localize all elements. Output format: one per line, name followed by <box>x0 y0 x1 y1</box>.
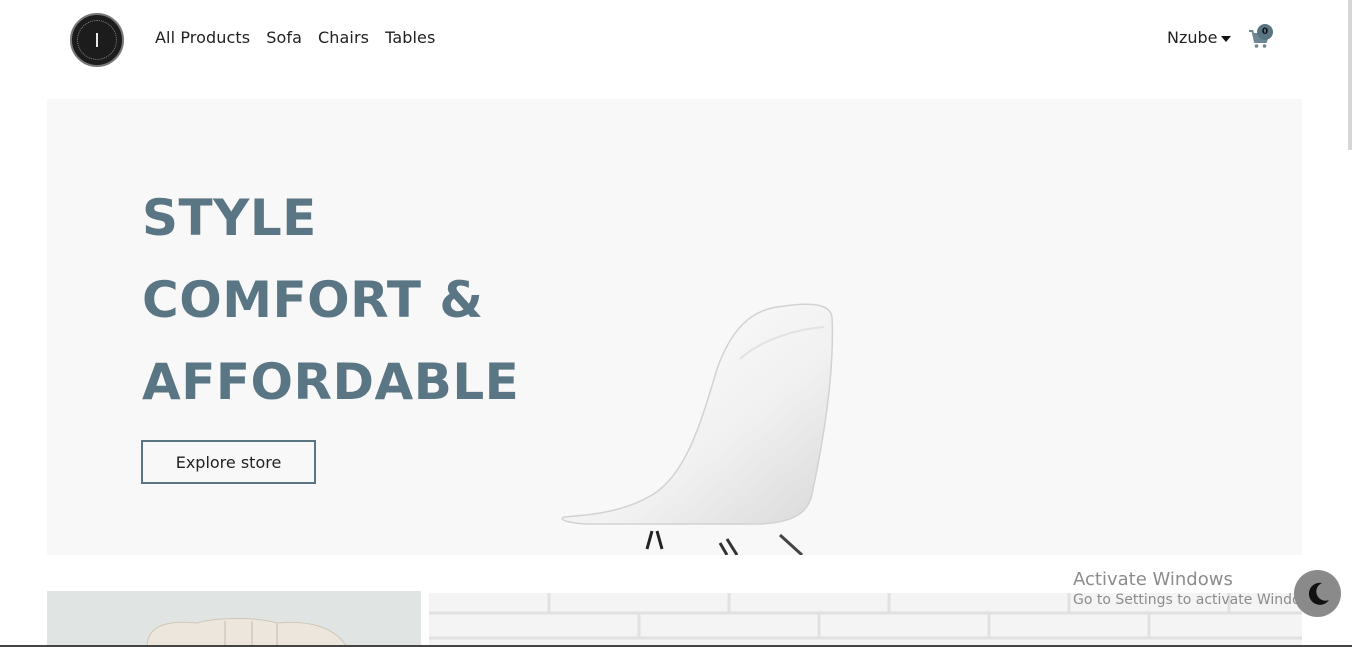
theme-toggle-button[interactable] <box>1294 570 1341 617</box>
brand-logo-icon[interactable] <box>70 13 124 67</box>
hero-heading: STYLE COMFORT & AFFORDABLE <box>142 177 519 423</box>
armchair-image[interactable] <box>47 591 421 647</box>
nav-link-chairs[interactable]: Chairs <box>318 28 369 47</box>
activate-windows-title: Activate Windows <box>1073 569 1233 590</box>
page-scrollbar[interactable] <box>1348 0 1352 150</box>
white-chair-image <box>561 303 834 555</box>
caret-down-icon <box>1220 35 1231 42</box>
hero-heading-line: COMFORT & <box>142 271 484 329</box>
nav-link-all-products[interactable]: All Products <box>155 28 250 47</box>
cart-count-badge: 0 <box>1257 24 1273 40</box>
activate-windows-subtitle: Go to Settings to activate Windows. <box>1073 592 1324 608</box>
main-nav: All Products Sofa Chairs Tables <box>155 28 435 47</box>
activate-windows-watermark: Activate Windows Go to Settings to activ… <box>1073 569 1324 608</box>
logo-ring <box>77 20 117 60</box>
moon-icon <box>1308 582 1329 605</box>
hero-banner: STYLE COMFORT & AFFORDABLE Explore store <box>47 99 1302 555</box>
hero-heading-line: STYLE <box>142 189 317 247</box>
hero-heading-line: AFFORDABLE <box>142 353 520 411</box>
user-name: Nzube <box>1167 28 1218 47</box>
nav-link-tables[interactable]: Tables <box>385 28 435 47</box>
explore-store-button[interactable]: Explore store <box>141 440 316 484</box>
nav-link-sofa[interactable]: Sofa <box>266 28 302 47</box>
navbar: All Products Sofa Chairs Tables Nzube 0 <box>0 0 1352 80</box>
user-menu[interactable]: Nzube <box>1167 28 1231 47</box>
